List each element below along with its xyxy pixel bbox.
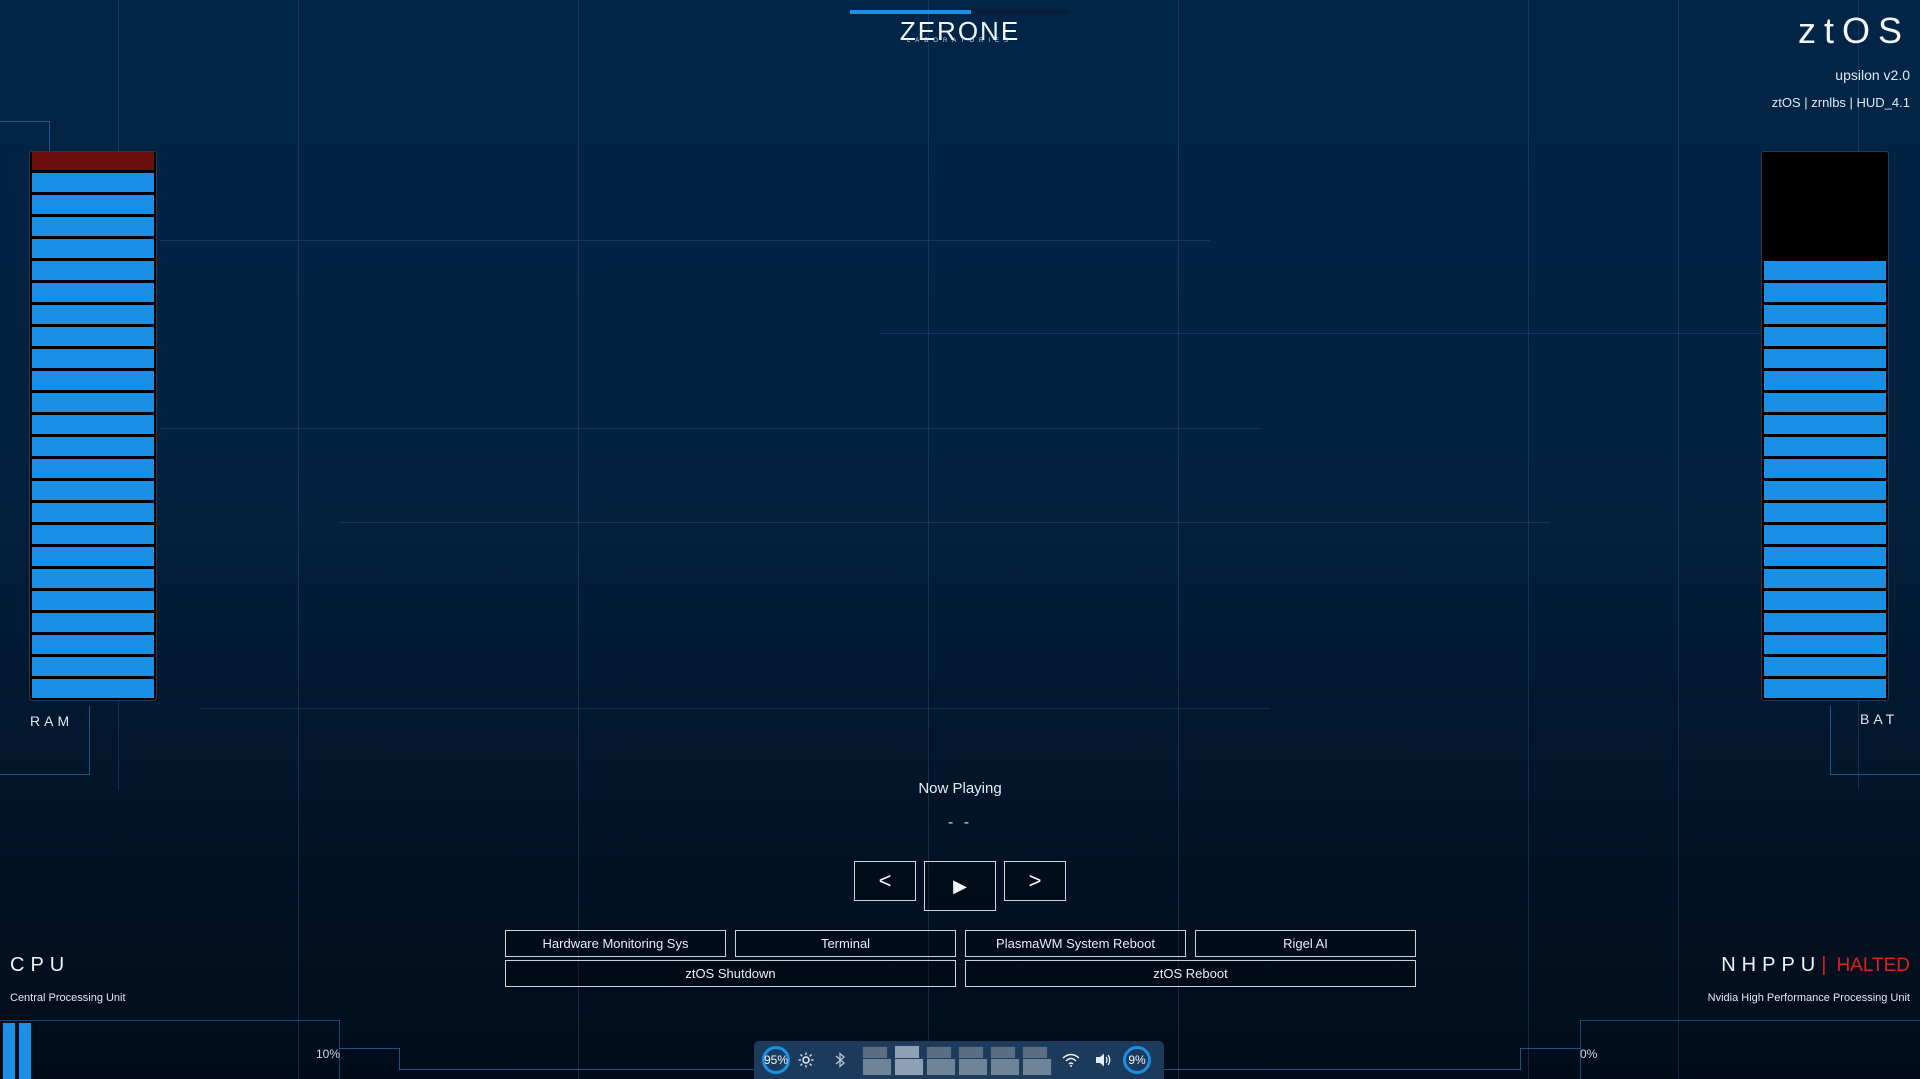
- bluetooth-icon[interactable]: [830, 1050, 850, 1070]
- ram-segment: [32, 568, 154, 588]
- ram-segment: [32, 612, 154, 632]
- battery-segment: [1764, 590, 1886, 610]
- window-preview[interactable]: [1022, 1058, 1052, 1076]
- battery-gauge: [1761, 151, 1889, 701]
- ram-segment: [32, 458, 154, 478]
- battery-segment: [1764, 568, 1886, 588]
- battery-segment: [1764, 414, 1886, 434]
- ram-segment: [32, 172, 154, 192]
- ram-label: RAM: [30, 713, 74, 729]
- track-title: - -: [947, 814, 973, 831]
- cpu-subtitle: Central Processing Unit: [10, 992, 126, 1004]
- window-preview[interactable]: [862, 1058, 892, 1076]
- cpu-usage-text: 10%: [316, 1047, 341, 1061]
- reboot-button[interactable]: ztOS Reboot: [965, 960, 1416, 987]
- battery-indicator[interactable]: 95%: [762, 1046, 790, 1074]
- os-title: ztOS: [1797, 10, 1910, 51]
- gpu-status: HALTED: [1836, 955, 1910, 976]
- now-playing-heading: Now Playing: [918, 780, 1002, 797]
- battery-segment: [1764, 502, 1886, 522]
- os-version: upsilon v2.0: [1835, 67, 1910, 83]
- battery-segment: [1764, 634, 1886, 654]
- battery-segment: [1764, 348, 1886, 368]
- cpu-usage-bar: [19, 1023, 31, 1079]
- ram-segment: [32, 656, 154, 676]
- gpu-subtitle: Nvidia High Performance Processing Unit: [1707, 992, 1910, 1004]
- gpu-separator: |: [1821, 954, 1833, 976]
- battery-segment: [1764, 260, 1886, 280]
- ram-segment: [32, 480, 154, 500]
- ram-segment: [32, 152, 154, 170]
- battery-segment: [1764, 458, 1886, 478]
- previous-track-button[interactable]: <: [854, 861, 916, 901]
- gpu-usage-text: 0%: [1580, 1047, 1598, 1061]
- ram-segment: [32, 436, 154, 456]
- workspace-preview[interactable]: [894, 1045, 920, 1059]
- ram-segment: [32, 546, 154, 566]
- battery-segment: [1764, 480, 1886, 500]
- battery-segment: [1764, 612, 1886, 632]
- ram-segment: [32, 238, 154, 258]
- battery-segment: [1764, 524, 1886, 544]
- ram-segment: [32, 392, 154, 412]
- window-preview[interactable]: [990, 1058, 1020, 1076]
- ram-segment: [32, 216, 154, 236]
- ram-segment: [32, 678, 154, 698]
- ram-segment: [32, 502, 154, 522]
- shutdown-button[interactable]: ztOS Shutdown: [505, 960, 956, 987]
- battery-label: BAT: [1860, 711, 1899, 727]
- battery-segment: [1764, 436, 1886, 456]
- ram-segment: [32, 414, 154, 434]
- wifi-icon[interactable]: [1060, 1050, 1082, 1070]
- cpu-title: CPU: [10, 954, 71, 976]
- ram-segment: [32, 348, 154, 368]
- ram-segment: [32, 282, 154, 302]
- taskbar-dock: 95% 9%: [754, 1041, 1164, 1079]
- rigel-ai-button[interactable]: Rigel AI: [1195, 930, 1416, 957]
- ram-segment: [32, 524, 154, 544]
- ram-segment: [32, 326, 154, 346]
- battery-segment: [1764, 282, 1886, 302]
- battery-segment: [1764, 546, 1886, 566]
- gpu-name: NHPPU: [1721, 954, 1822, 976]
- volume-indicator[interactable]: 9%: [1123, 1046, 1151, 1074]
- os-build-info: ztOS | zrnlbs | HUD_4.1: [1771, 95, 1910, 110]
- ram-segment: [32, 304, 154, 324]
- battery-segment: [1764, 304, 1886, 324]
- window-preview[interactable]: [926, 1058, 956, 1076]
- window-preview[interactable]: [894, 1058, 924, 1076]
- logo-progress-fill: [850, 10, 971, 14]
- battery-segment: [1764, 326, 1886, 346]
- battery-segment: [1764, 656, 1886, 676]
- terminal-button[interactable]: Terminal: [735, 930, 956, 957]
- ram-segment: [32, 194, 154, 214]
- ram-gauge: [29, 151, 157, 701]
- volume-icon[interactable]: [1092, 1050, 1114, 1070]
- cpu-usage-bar: [3, 1023, 15, 1079]
- battery-segment: [1764, 678, 1886, 698]
- play-button[interactable]: ▶: [924, 861, 996, 911]
- brand-subtitle: LABORATORIES: [906, 38, 1014, 44]
- logo-progress-bar: [850, 10, 1070, 14]
- battery-segment: [1764, 370, 1886, 390]
- next-track-button[interactable]: >: [1004, 861, 1066, 901]
- hardware-monitoring-button[interactable]: Hardware Monitoring Sys: [505, 930, 726, 957]
- ram-segment: [32, 634, 154, 654]
- ram-segment: [32, 370, 154, 390]
- window-preview[interactable]: [958, 1058, 988, 1076]
- ram-segment: [32, 260, 154, 280]
- plasmawm-reboot-button[interactable]: PlasmaWM System Reboot: [965, 930, 1186, 957]
- gpu-title: NHPPU| HALTED: [1721, 954, 1910, 977]
- battery-segment: [1764, 392, 1886, 412]
- ram-segment: [32, 590, 154, 610]
- brightness-icon[interactable]: [796, 1050, 816, 1070]
